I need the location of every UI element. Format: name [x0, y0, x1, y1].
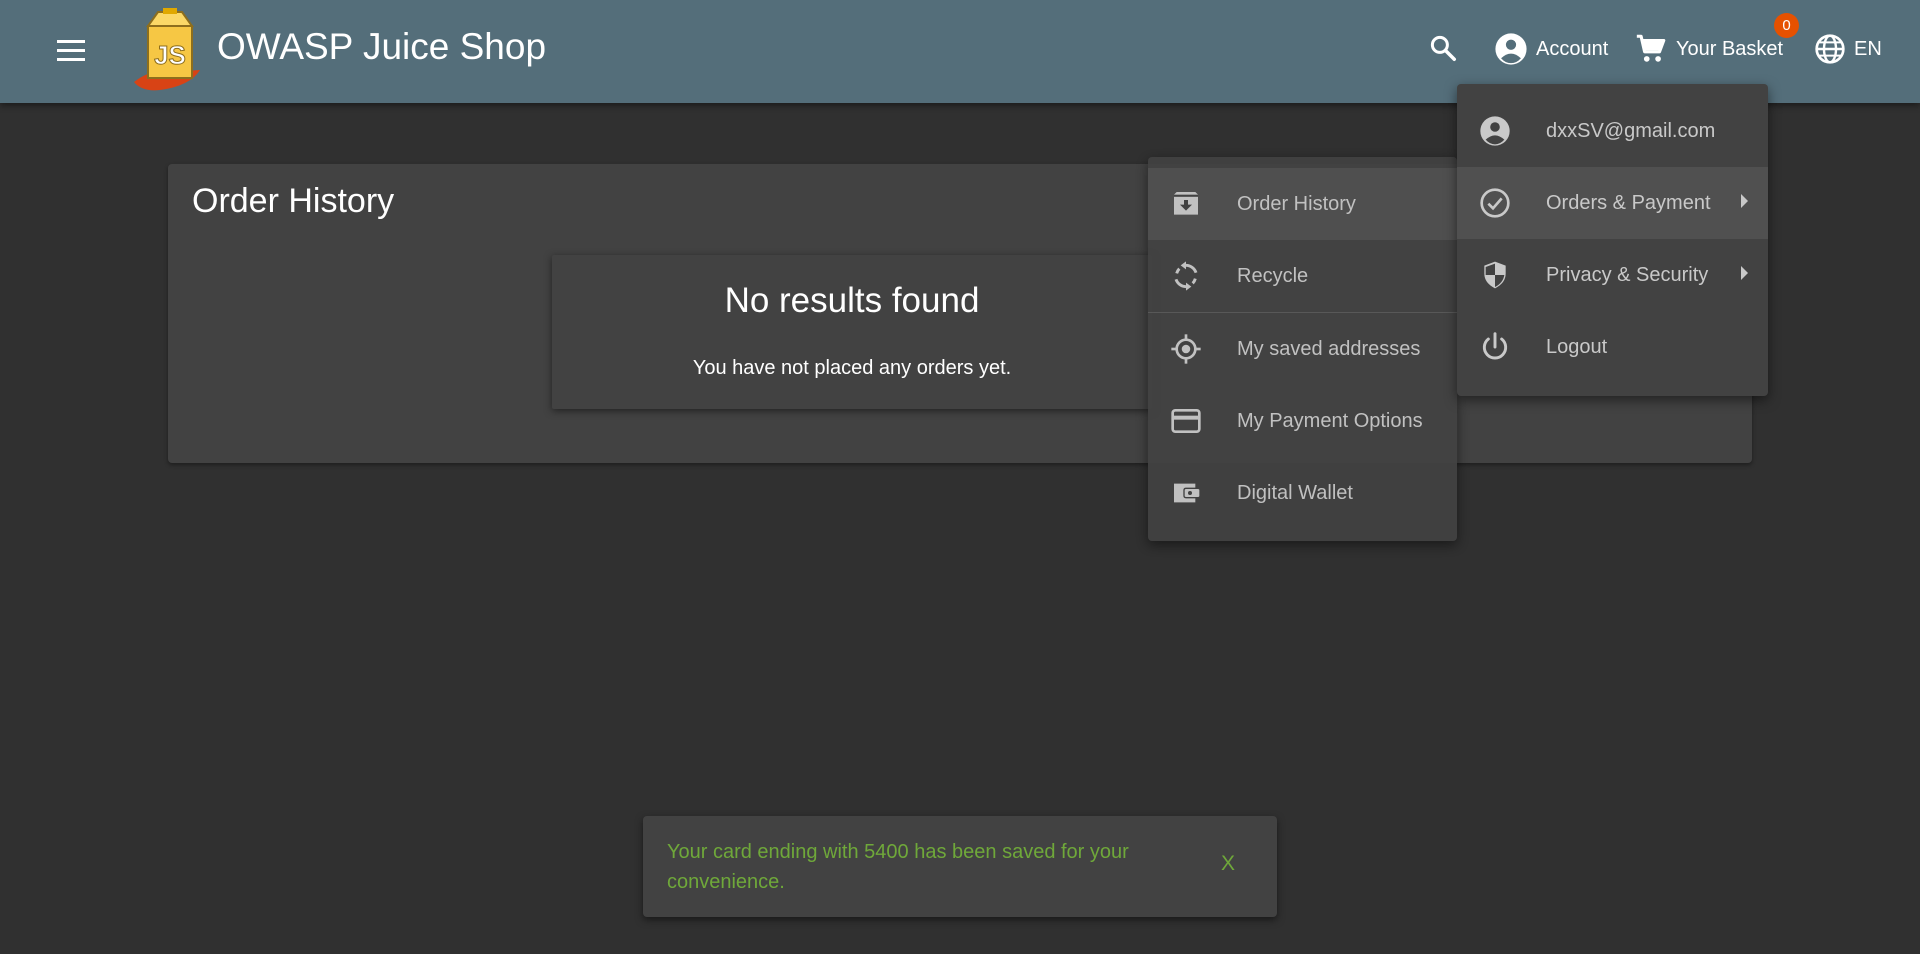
snackbar-close-button[interactable]: X	[1221, 852, 1235, 876]
menu-icon	[57, 40, 85, 61]
menu-item-label: Logout	[1546, 335, 1608, 358]
credit-card-icon	[1171, 409, 1201, 433]
snackbar-notification: Your card ending with 5400 has been save…	[643, 816, 1277, 917]
menu-item-order-history[interactable]: Order History	[1148, 168, 1457, 240]
account-circle-icon	[1495, 33, 1527, 65]
menu-item-label: Order History	[1237, 192, 1356, 215]
account-circle-icon	[1480, 116, 1510, 146]
menu-item-label: Recycle	[1237, 264, 1309, 287]
submenu-arrow-icon	[1741, 266, 1748, 280]
archive-icon	[1174, 192, 1198, 215]
menu-item-user-email[interactable]: dxxSV@gmail.com	[1457, 95, 1768, 167]
cart-icon	[1636, 34, 1666, 62]
check-circle-icon	[1480, 188, 1510, 218]
svg-text:JS: JS	[154, 40, 186, 70]
empty-state-message: You have not placed any orders yet.	[692, 357, 1012, 379]
menu-item-privacy-security[interactable]: Privacy & Security	[1457, 239, 1768, 311]
menu-item-recycle[interactable]: Recycle	[1148, 240, 1457, 312]
basket-button[interactable]: Your Basket	[1634, 31, 1783, 67]
basket-count-badge: 0	[1774, 13, 1799, 38]
menu-item-label: Privacy & Security	[1546, 263, 1709, 286]
recycle-icon	[1174, 261, 1198, 291]
menu-item-label: dxxSV@gmail.com	[1546, 119, 1716, 142]
menu-item-label: My saved addresses	[1237, 337, 1421, 360]
shield-icon	[1484, 261, 1506, 289]
power-icon	[1482, 332, 1508, 360]
location-icon	[1171, 334, 1201, 364]
orders-payment-submenu: Order History Recycle My saved addresses	[1148, 157, 1457, 541]
globe-icon	[1815, 34, 1845, 64]
menu-item-orders-payment[interactable]: Orders & Payment	[1457, 167, 1768, 239]
language-label: EN	[1854, 37, 1882, 60]
menu-button[interactable]	[50, 32, 94, 68]
language-button[interactable]: EN	[1814, 31, 1882, 67]
wallet-icon	[1174, 483, 1200, 503]
menu-item-payment-options[interactable]: My Payment Options	[1148, 385, 1457, 457]
page-title: Order History	[192, 182, 395, 220]
menu-item-digital-wallet[interactable]: Digital Wallet	[1148, 457, 1457, 529]
empty-state-title: No results found	[724, 281, 980, 320]
submenu-arrow-icon	[1741, 194, 1748, 208]
basket-label: Your Basket	[1676, 37, 1784, 60]
search-button[interactable]	[1428, 33, 1458, 63]
app-title[interactable]: OWASP Juice Shop	[217, 26, 546, 68]
menu-item-label: My Payment Options	[1237, 409, 1423, 432]
account-button[interactable]: Account	[1494, 31, 1608, 67]
juice-shop-logo[interactable]: JS	[130, 6, 210, 92]
account-label: Account	[1536, 37, 1609, 60]
snackbar-message: Your card ending with 5400 has been save…	[667, 841, 1129, 893]
account-menu: dxxSV@gmail.com Orders & Payment Privacy…	[1457, 84, 1768, 396]
search-icon	[1430, 35, 1456, 61]
menu-item-label: Orders & Payment	[1546, 191, 1711, 214]
empty-state-box: No results found You have not placed any…	[552, 255, 1152, 409]
menu-item-saved-addresses[interactable]: My saved addresses	[1148, 313, 1457, 385]
menu-item-label: Digital Wallet	[1237, 481, 1353, 504]
menu-item-logout[interactable]: Logout	[1457, 311, 1768, 383]
